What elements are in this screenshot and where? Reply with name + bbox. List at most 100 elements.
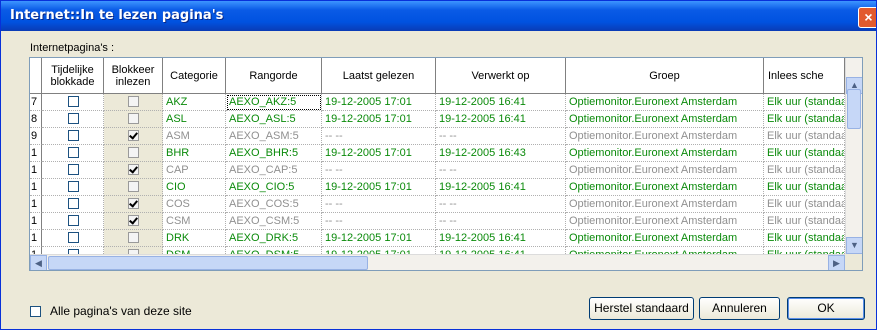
cell-inlees[interactable]: Elk uur (standaa [764,162,845,179]
cell-verwerkt[interactable]: -- -- [436,196,566,213]
cell-categorie[interactable]: ASL [163,111,226,128]
tijdelijk-checkbox[interactable] [68,113,79,124]
cell-rangorde[interactable]: AEXO_CIO:5 [226,179,322,196]
header-tijdelijk[interactable]: Tijdelijke blokkade [42,58,104,94]
table-row[interactable]: 9 ASM AEXO_ASM:5 -- -- -- -- Optiemonitor.Eur… [30,128,862,145]
cell-rangorde[interactable]: AEXO_BHR:5 [226,145,322,162]
blokkeer-checkbox[interactable] [128,147,139,158]
cell-rangorde[interactable]: AEXO_AKZ:5 [226,94,322,111]
tijdelijk-checkbox[interactable] [68,232,79,243]
all-pages-checkbox[interactable] [30,306,41,317]
cell-groep[interactable]: Optiemonitor.Euronext Amsterdam [566,111,764,128]
scroll-right-arrow-icon[interactable]: ▶ [828,255,845,270]
tijdelijk-checkbox[interactable] [68,215,79,226]
cell-groep[interactable]: Optiemonitor.Euronext Amsterdam [566,128,764,145]
cell-verwerkt[interactable]: -- -- [436,162,566,179]
cell-rangorde[interactable]: AEXO_DRK:5 [226,230,322,247]
vertical-scroll-thumb[interactable] [847,89,861,129]
table-row[interactable]: 7 AKZ AEXO_AKZ:5 19-12-2005 17:01 19-12-2005… [30,94,862,111]
cell-laatst[interactable]: 19-12-2005 17:01 [322,230,436,247]
cell-inlees[interactable]: Elk uur (standaa [764,145,845,162]
header-rangorde[interactable]: Rangorde [226,58,322,94]
cell-inlees[interactable]: Elk uur (standaa [764,128,845,145]
header-groep[interactable]: Groep [566,58,764,94]
table-row[interactable]: 1 COS AEXO_COS:5 -- -- -- -- Optiemonitor.Eur… [30,196,862,213]
vertical-scrollbar[interactable]: ▲ ▼ [845,58,862,254]
cell-categorie[interactable]: COS [163,196,226,213]
table-row[interactable]: 1 CIO AEXO_CIO:5 19-12-2005 17:01 19-12-2005… [30,179,862,196]
cell-verwerkt[interactable]: 19-12-2005 16:41 [436,179,566,196]
table-row[interactable]: 1 CSM AEXO_CSM:5 -- -- -- -- Optiemonitor.Eur… [30,213,862,230]
blokkeer-checkbox[interactable] [128,130,139,141]
cell-laatst[interactable]: -- -- [322,196,436,213]
blokkeer-checkbox[interactable] [128,215,139,226]
cell-categorie[interactable]: CSM [163,213,226,230]
horizontal-scroll-thumb[interactable] [48,256,368,270]
cell-laatst[interactable]: -- -- [322,128,436,145]
cell-inlees[interactable]: Elk uur (standaa [764,230,845,247]
header-categorie[interactable]: Categorie [163,58,226,94]
cell-rangorde[interactable]: AEXO_CAP:5 [226,162,322,179]
table-row[interactable]: 1 DRK AEXO_DRK:5 19-12-2005 17:01 19-12-2005… [30,230,862,247]
ok-button[interactable]: OK [787,297,865,320]
cell-rangorde[interactable]: AEXO_ASL:5 [226,111,322,128]
cell-inlees[interactable]: Elk uur (standaa [764,196,845,213]
header-laatst-gelezen[interactable]: Laatst gelezen [322,58,436,94]
cell-rangorde[interactable]: AEXO_CSM:5 [226,213,322,230]
cell-verwerkt[interactable]: -- -- [436,128,566,145]
cell-groep[interactable]: Optiemonitor.Euronext Amsterdam [566,94,764,111]
scroll-left-arrow-icon[interactable]: ◀ [30,255,47,270]
cell-laatst[interactable]: -- -- [322,162,436,179]
blokkeer-checkbox[interactable] [128,96,139,107]
cell-categorie[interactable]: DRK [163,230,226,247]
cell-groep[interactable]: Optiemonitor.Euronext Amsterdam [566,162,764,179]
tijdelijk-checkbox[interactable] [68,164,79,175]
cell-groep[interactable]: Optiemonitor.Euronext Amsterdam [566,196,764,213]
cell-categorie[interactable]: CIO [163,179,226,196]
cell-rangorde[interactable]: AEXO_COS:5 [226,196,322,213]
cell-inlees[interactable]: Elk uur (standaa [764,213,845,230]
table-row[interactable]: 1 BHR AEXO_BHR:5 19-12-2005 17:01 19-12-2005… [30,145,862,162]
cell-groep[interactable]: Optiemonitor.Euronext Amsterdam [566,230,764,247]
header-inlees-schema[interactable]: Inlees sche [764,58,845,94]
cell-rangorde[interactable]: AEXO_ASM:5 [226,128,322,145]
blokkeer-checkbox[interactable] [128,113,139,124]
cell-laatst[interactable]: 19-12-2005 17:01 [322,145,436,162]
scroll-down-arrow-icon[interactable]: ▼ [846,237,862,254]
cell-categorie[interactable]: ASM [163,128,226,145]
blokkeer-checkbox[interactable] [128,232,139,243]
tijdelijk-checkbox[interactable] [68,181,79,192]
tijdelijk-checkbox[interactable] [68,147,79,158]
cell-verwerkt[interactable]: 19-12-2005 16:41 [436,94,566,111]
cell-groep[interactable]: Optiemonitor.Euronext Amsterdam [566,213,764,230]
cell-laatst[interactable]: 19-12-2005 17:01 [322,179,436,196]
blokkeer-checkbox[interactable] [128,164,139,175]
tijdelijk-checkbox[interactable] [68,198,79,209]
cell-inlees[interactable]: Elk uur (standaa [764,179,845,196]
table-row[interactable]: 1 CAP AEXO_CAP:5 -- -- -- -- Optiemonitor.Eur… [30,162,862,179]
horizontal-scrollbar[interactable]: ◀ ▶ [30,254,845,270]
close-icon[interactable]: × [858,7,876,28]
cell-laatst[interactable]: 19-12-2005 17:01 [322,111,436,128]
cell-groep[interactable]: Optiemonitor.Euronext Amsterdam [566,179,764,196]
table-row[interactable]: 8 ASL AEXO_ASL:5 19-12-2005 17:01 19-12-2005… [30,111,862,128]
cell-inlees[interactable]: Elk uur (standaa [764,111,845,128]
cell-laatst[interactable]: 19-12-2005 17:01 [322,94,436,111]
cancel-button[interactable]: Annuleren [699,297,780,320]
tijdelijk-checkbox[interactable] [68,130,79,141]
header-blokkeer[interactable]: Blokkeer inlezen [104,58,163,94]
cell-groep[interactable]: Optiemonitor.Euronext Amsterdam [566,145,764,162]
reset-button[interactable]: Herstel standaard [589,297,694,320]
cell-inlees[interactable]: Elk uur (standaa [764,94,845,111]
cell-categorie[interactable]: AKZ [163,94,226,111]
cell-laatst[interactable]: -- -- [322,213,436,230]
blokkeer-checkbox[interactable] [128,198,139,209]
blokkeer-checkbox[interactable] [128,181,139,192]
cell-verwerkt[interactable]: 19-12-2005 16:41 [436,230,566,247]
cell-verwerkt[interactable]: -- -- [436,213,566,230]
cell-categorie[interactable]: CAP [163,162,226,179]
tijdelijk-checkbox[interactable] [68,96,79,107]
cell-verwerkt[interactable]: 19-12-2005 16:41 [436,111,566,128]
header-verwerkt-op[interactable]: Verwerkt op [436,58,566,94]
cell-verwerkt[interactable]: 19-12-2005 16:43 [436,145,566,162]
